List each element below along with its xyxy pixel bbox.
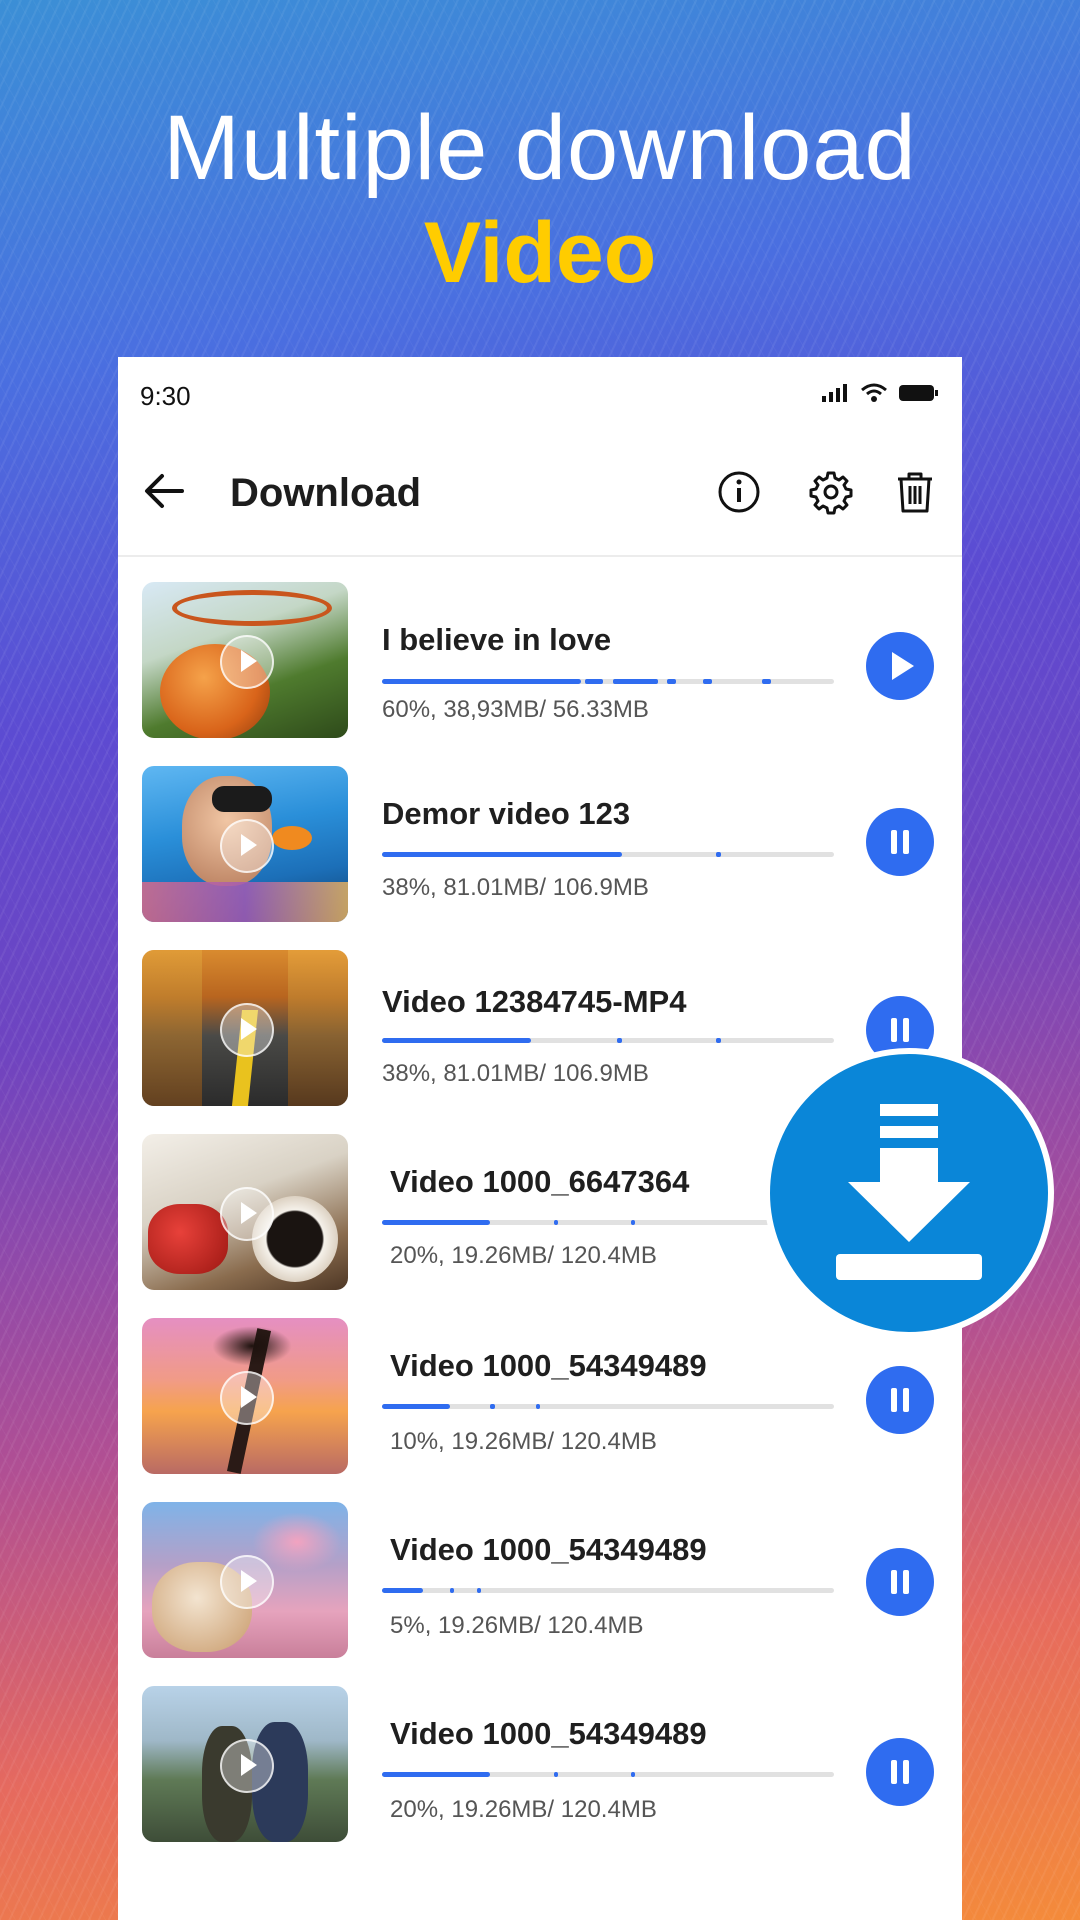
progress-segment (761, 679, 771, 684)
progress-segment (585, 679, 604, 684)
video-title: Video 1000_6647364 (390, 1164, 690, 1199)
headline-line-1: Multiple download (163, 97, 917, 199)
video-thumbnail[interactable] (142, 1134, 348, 1290)
progress-segment (553, 1772, 559, 1777)
progress-segment (702, 679, 712, 684)
progress-segment (630, 1772, 636, 1777)
download-info: 38%, 81.01MB/ 106.9MB (382, 1060, 649, 1087)
download-info: 10%, 19.26MB/ 120.4MB (390, 1428, 657, 1455)
download-item[interactable]: Video 1000_54349489 10%, 19.26MB/ 120.4M… (118, 1318, 962, 1478)
download-item[interactable]: Video 1000_54349489 5%, 19.26MB/ 120.4MB (118, 1502, 962, 1662)
download-item[interactable]: Video 1000_54349489 20%, 19.26MB/ 120.4M… (118, 1686, 962, 1846)
progress-segment (630, 1220, 636, 1225)
video-title: Video 1000_54349489 (390, 1348, 707, 1383)
pause-button[interactable] (866, 808, 934, 876)
video-title: Video 1000_54349489 (390, 1716, 707, 1751)
thumbnail-play-icon (220, 635, 274, 689)
thumbnail-play-icon (220, 1739, 274, 1793)
progress-segment (617, 1038, 622, 1043)
progress-bar (382, 1772, 834, 1777)
wifi-icon (861, 383, 887, 402)
video-thumbnail[interactable] (142, 950, 348, 1106)
progress-bar (382, 1404, 834, 1409)
progress-segment (666, 679, 676, 684)
app-bar: Download (118, 437, 962, 557)
info-icon[interactable] (714, 467, 764, 517)
video-title: Video 12384745-MP4 (382, 984, 687, 1019)
signal-icon (822, 384, 847, 402)
download-item[interactable]: Demor video 123 38%, 81.01MB/ 106.9MB (118, 766, 962, 926)
gear-icon[interactable] (806, 467, 856, 517)
download-info: 60%, 38,93MB/ 56.33MB (382, 696, 649, 723)
progress-fill (382, 679, 581, 684)
resume-button[interactable] (866, 632, 934, 700)
progress-fill (382, 1404, 450, 1409)
video-thumbnail[interactable] (142, 766, 348, 922)
progress-segment (716, 852, 721, 857)
trash-icon[interactable] (890, 467, 940, 517)
progress-fill (382, 1220, 491, 1225)
download-badge-icon (764, 1048, 1054, 1338)
progress-bar (382, 1038, 834, 1043)
progress-segment (449, 1588, 455, 1593)
status-icons (822, 383, 940, 403)
battery-icon (899, 385, 938, 401)
status-bar: 9:30 (118, 357, 962, 437)
thumbnail-play-icon (220, 819, 274, 873)
progress-segment (490, 1404, 495, 1409)
progress-fill (382, 1772, 491, 1777)
progress-segment (535, 1404, 541, 1409)
pause-button[interactable] (866, 1366, 934, 1434)
thumbnail-play-icon (220, 1371, 274, 1425)
download-arrow-icon (836, 1104, 982, 1280)
progress-bar (382, 852, 834, 857)
video-thumbnail[interactable] (142, 1318, 348, 1474)
thumbnail-play-icon (220, 1555, 274, 1609)
headline-line-2: Video (423, 205, 657, 301)
thumbnail-play-icon (220, 1003, 274, 1057)
download-info: 38%, 81.01MB/ 106.9MB (382, 874, 649, 901)
video-title: Video 1000_54349489 (390, 1532, 707, 1567)
pause-button[interactable] (866, 1548, 934, 1616)
pause-button[interactable] (866, 1738, 934, 1806)
video-title: I believe in love (382, 622, 612, 657)
progress-segment (716, 1038, 721, 1043)
progress-fill (382, 1588, 423, 1593)
progress-bar (382, 679, 834, 684)
video-thumbnail[interactable] (142, 1686, 348, 1842)
progress-fill (382, 1038, 532, 1043)
progress-segment (476, 1588, 482, 1593)
thumbnail-play-icon (220, 1187, 274, 1241)
status-time: 9:30 (140, 381, 191, 411)
progress-segment (612, 679, 658, 684)
progress-fill (382, 852, 622, 857)
progress-bar (382, 1588, 834, 1593)
progress-segment (553, 1220, 559, 1225)
video-title: Demor video 123 (382, 796, 631, 831)
download-info: 20%, 19.26MB/ 120.4MB (390, 1242, 657, 1269)
video-thumbnail[interactable] (142, 1502, 348, 1658)
page-title: Download (230, 471, 422, 515)
download-info: 5%, 19.26MB/ 120.4MB (390, 1612, 644, 1639)
video-thumbnail[interactable] (142, 582, 348, 738)
download-info: 20%, 19.26MB/ 120.4MB (390, 1796, 657, 1823)
back-arrow-icon[interactable] (138, 465, 190, 517)
download-item[interactable]: I believe in love 60%, 38,93MB/ 56.33MB (118, 582, 962, 742)
